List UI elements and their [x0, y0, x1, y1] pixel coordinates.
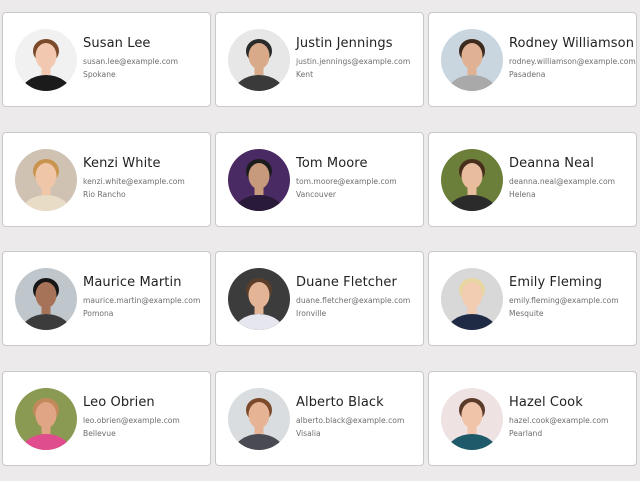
avatar — [228, 268, 290, 330]
person-photo-icon — [228, 268, 290, 330]
contact-email: deanna.neal@example.com — [509, 177, 615, 186]
avatar — [228, 149, 290, 211]
contact-name: Maurice Martin — [83, 275, 182, 290]
contact-name: Rodney Williamson — [509, 36, 635, 51]
person-photo-icon — [441, 29, 503, 91]
contact-card[interactable]: Alberto Black alberto.black@example.com … — [215, 371, 424, 466]
contact-email: susan.lee@example.com — [83, 57, 178, 66]
contact-card[interactable]: Leo Obrien leo.obrien@example.com Bellev… — [2, 371, 211, 466]
avatar — [15, 268, 77, 330]
contact-name: Duane Fletcher — [296, 275, 397, 290]
contact-email: kenzi.white@example.com — [83, 177, 185, 186]
contact-grid: Susan Lee susan.lee@example.com Spokane … — [0, 0, 640, 481]
contact-card[interactable]: Kenzi White kenzi.white@example.com Rio … — [2, 132, 211, 227]
contact-card[interactable]: Deanna Neal deanna.neal@example.com Hele… — [428, 132, 637, 227]
contact-name: Alberto Black — [296, 395, 384, 410]
person-photo-icon — [15, 29, 77, 91]
person-photo-icon — [228, 388, 290, 450]
contact-city: Mesquite — [509, 309, 544, 318]
contact-city: Vancouver — [296, 190, 336, 199]
contact-city: Kent — [296, 70, 314, 79]
contact-name: Justin Jennings — [296, 36, 393, 51]
person-photo-icon — [15, 268, 77, 330]
contact-card[interactable]: Hazel Cook hazel.cook@example.com Pearla… — [428, 371, 637, 466]
contact-city: Pomona — [83, 309, 114, 318]
contact-email: tom.moore@example.com — [296, 177, 397, 186]
contact-email: justin.jennings@example.com — [296, 57, 411, 66]
contact-city: Rio Rancho — [83, 190, 126, 199]
contact-email: rodney.williamson@example.com — [509, 57, 636, 66]
avatar — [15, 29, 77, 91]
person-photo-icon — [441, 388, 503, 450]
contact-city: Pearland — [509, 429, 543, 438]
contact-email: hazel.cook@example.com — [509, 416, 609, 425]
contact-card[interactable]: Tom Moore tom.moore@example.com Vancouve… — [215, 132, 424, 227]
contact-card[interactable]: Maurice Martin maurice.martin@example.co… — [2, 251, 211, 346]
avatar — [228, 29, 290, 91]
avatar — [441, 149, 503, 211]
person-photo-icon — [228, 149, 290, 211]
contact-email: maurice.martin@example.com — [83, 296, 201, 305]
contact-card[interactable]: Duane Fletcher duane.fletcher@example.co… — [215, 251, 424, 346]
avatar — [228, 388, 290, 450]
contact-email: alberto.black@example.com — [296, 416, 405, 425]
person-photo-icon — [441, 149, 503, 211]
person-photo-icon — [15, 149, 77, 211]
contact-city: Bellevue — [83, 429, 116, 438]
contact-name: Emily Fleming — [509, 275, 603, 290]
contact-name: Tom Moore — [296, 156, 368, 171]
person-photo-icon — [15, 388, 77, 450]
contact-city: Ironville — [296, 309, 327, 318]
avatar — [15, 388, 77, 450]
contact-name: Hazel Cook — [509, 395, 583, 410]
person-photo-icon — [228, 29, 290, 91]
contact-city: Visalia — [296, 429, 321, 438]
contact-name: Leo Obrien — [83, 395, 155, 410]
contact-name: Deanna Neal — [509, 156, 594, 171]
contact-city: Helena — [509, 190, 536, 199]
contact-city: Spokane — [83, 70, 116, 79]
contact-email: duane.fletcher@example.com — [296, 296, 411, 305]
contact-card[interactable]: Emily Fleming emily.fleming@example.com … — [428, 251, 637, 346]
avatar — [441, 268, 503, 330]
contact-city: Pasadena — [509, 70, 546, 79]
avatar — [15, 149, 77, 211]
contact-email: leo.obrien@example.com — [83, 416, 180, 425]
contact-email: emily.fleming@example.com — [509, 296, 619, 305]
contact-card[interactable]: Rodney Williamson rodney.williamson@exam… — [428, 12, 637, 107]
avatar — [441, 388, 503, 450]
avatar — [441, 29, 503, 91]
contact-name: Kenzi White — [83, 156, 161, 171]
contact-name: Susan Lee — [83, 36, 151, 51]
contact-card[interactable]: Susan Lee susan.lee@example.com Spokane — [2, 12, 211, 107]
contact-card[interactable]: Justin Jennings justin.jennings@example.… — [215, 12, 424, 107]
person-photo-icon — [441, 268, 503, 330]
